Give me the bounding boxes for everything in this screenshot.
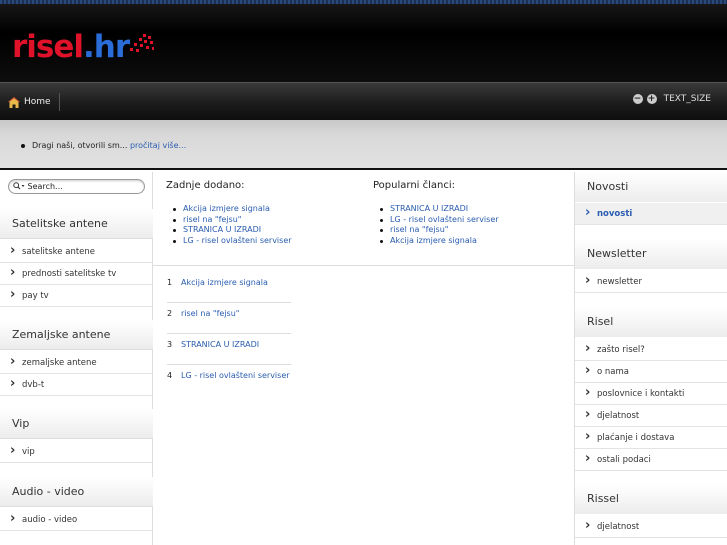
sidebar-link-poslovnice[interactable]: poslovnice i kontakti <box>575 383 727 405</box>
text-smaller-button[interactable]: − <box>632 94 643 104</box>
section-title-zemaljske: Zemaljske antene <box>0 320 153 350</box>
list-item: STRANICA U IZRADI <box>169 225 292 236</box>
search-icon <box>13 182 25 190</box>
section-title-vip: Vip <box>0 409 153 439</box>
site-header: risel.hr <box>0 0 727 82</box>
row-number: 1 <box>167 278 173 287</box>
section-title-audio-video: Audio - video <box>0 477 153 507</box>
table-row: 2 risel na "fejsu" <box>167 303 291 334</box>
latest-link-1[interactable]: Akcija izmjere signala <box>183 204 270 213</box>
ticker-read-more-link[interactable]: pročitaj više... <box>130 141 186 150</box>
list-item: Akcija izmjere signala <box>169 204 292 215</box>
sidebar-link-audio-video[interactable]: audio - video <box>0 509 153 531</box>
search-placeholder: Search... <box>27 182 63 191</box>
popular-list: STRANICA U IZRADI LG - risel ovlašteni s… <box>376 204 499 246</box>
sidebar-link-prednosti[interactable]: prednosti satelitske tv <box>0 263 153 285</box>
sidebar-link-vip[interactable]: vip <box>0 441 153 463</box>
article-link[interactable]: STRANICA U IZRADI <box>181 334 259 364</box>
main-content: Zadnje dodano: Akcija izmjere signala ri… <box>153 172 574 545</box>
logo-signal-icon <box>130 34 154 52</box>
popular-link-4[interactable]: Akcija izmjere signala <box>390 236 477 245</box>
nav-home-label: Home <box>24 97 51 107</box>
content-divider <box>153 265 574 266</box>
section-title-newsletter: Newsletter <box>575 239 727 269</box>
sidebar-link-placanje[interactable]: plaćanje i dostava <box>575 427 727 449</box>
article-link[interactable]: LG - risel ovlašteni serviser <box>181 365 290 396</box>
right-sidebar: Novosti novosti Newsletter newsletter Ri… <box>574 172 727 545</box>
ticker-item: Dragi naši, otvorili sm... pročitaj više… <box>20 141 186 150</box>
row-number: 4 <box>167 371 173 380</box>
header-stripe <box>0 0 727 4</box>
article-link[interactable]: risel na "fejsu" <box>181 303 239 333</box>
list-item: STRANICA U IZRADI <box>376 204 499 215</box>
latest-list: Akcija izmjere signala risel na "fejsu" … <box>169 204 292 246</box>
search-input[interactable]: Search... <box>8 179 145 194</box>
table-row: 3 STRANICA U IZRADI <box>167 334 291 365</box>
sidebar-link-satelitske-antene[interactable]: satelitske antene <box>0 241 153 263</box>
main-navbar: Home − + TEXT_SIZE <box>0 82 727 120</box>
ticker-text: Dragi naši, otvorili sm... <box>32 141 128 150</box>
section-title-risel: Risel <box>575 307 727 337</box>
sidebar-link-rissel-djelatnost[interactable]: djelatnost <box>575 516 727 538</box>
list-item: Akcija izmjere signala <box>376 236 499 247</box>
list-item: risel na "fejsu" <box>169 215 292 226</box>
sidebar-link-dvb-t[interactable]: dvb-t <box>0 374 153 396</box>
row-number: 3 <box>167 340 173 349</box>
sidebar-link-pay-tv[interactable]: pay tv <box>0 285 153 307</box>
sidebar-link-djelatnost[interactable]: djelatnost <box>575 405 727 427</box>
latest-link-3[interactable]: STRANICA U IZRADI <box>183 225 261 234</box>
sidebar-link-zemaljske-antene[interactable]: zemaljske antene <box>0 352 153 374</box>
popular-link-3[interactable]: risel na "fejsu" <box>390 225 448 234</box>
popular-title: Popularni članci: <box>373 180 456 191</box>
table-row: 1 Akcija izmjere signala <box>167 272 291 303</box>
section-title-novosti: Novosti <box>575 172 727 202</box>
site-logo[interactable]: risel.hr <box>12 29 130 65</box>
latest-link-2[interactable]: risel na "fejsu" <box>183 215 241 224</box>
latest-title: Zadnje dodano: <box>166 180 245 191</box>
sidebar-link-ostali-podaci[interactable]: ostali podaci <box>575 449 727 471</box>
section-title-satelitske: Satelitske antene <box>0 209 153 239</box>
left-sidebar: Search... Satelitske antene satelitske a… <box>0 172 153 545</box>
sidebar-link-novosti[interactable]: novosti <box>575 203 727 225</box>
popular-link-2[interactable]: LG - risel ovlašteni serviser <box>390 215 499 224</box>
popular-link-1[interactable]: STRANICA U IZRADI <box>390 204 468 213</box>
article-link[interactable]: Akcija izmjere signala <box>181 272 268 302</box>
sidebar-link-newsletter[interactable]: newsletter <box>575 271 727 293</box>
logo-text-risel: risel <box>12 29 84 65</box>
list-item: risel na "fejsu" <box>376 225 499 236</box>
home-icon <box>8 96 20 108</box>
news-ticker: Dragi naši, otvorili sm... pročitaj više… <box>0 120 727 170</box>
section-title-rissel: Rissel <box>575 484 727 514</box>
row-number: 2 <box>167 309 173 318</box>
nav-home[interactable]: Home <box>8 93 60 111</box>
latest-link-4[interactable]: LG - risel ovlašteni serviser <box>183 236 292 245</box>
text-size-controls: − + TEXT_SIZE <box>632 94 711 104</box>
sidebar-link-zasto-risel[interactable]: zašto risel? <box>575 339 727 361</box>
table-row: 4 LG - risel ovlašteni serviser <box>167 365 291 396</box>
list-item: LG - risel ovlašteni serviser <box>169 236 292 247</box>
text-larger-button[interactable]: + <box>646 94 657 104</box>
text-size-label: TEXT_SIZE <box>663 94 711 104</box>
list-item: LG - risel ovlašteni serviser <box>376 215 499 226</box>
sidebar-link-o-nama[interactable]: o nama <box>575 361 727 383</box>
